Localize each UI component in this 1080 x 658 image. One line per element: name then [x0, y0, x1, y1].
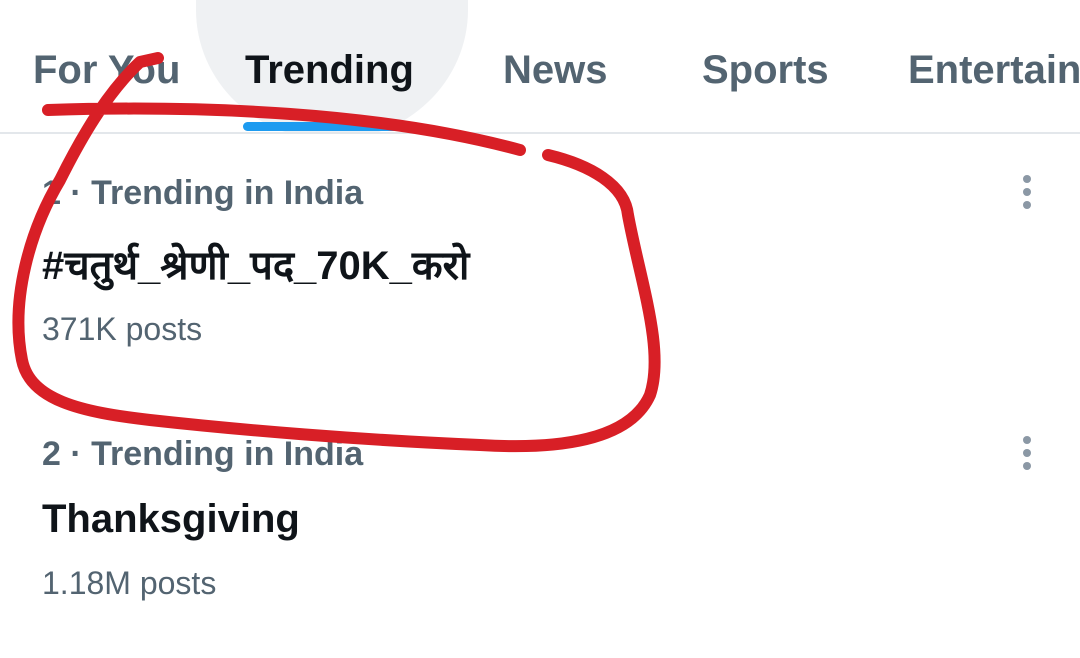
more-vertical-icon[interactable] [1017, 175, 1037, 215]
trend-title[interactable]: Thanksgiving [42, 497, 300, 542]
trend-post-count: 1.18M posts [42, 565, 217, 601]
tab-entertainment[interactable]: Entertain [908, 48, 1080, 93]
more-vertical-icon[interactable] [1017, 436, 1037, 476]
tab-bar: For You Trending News Sports Entertain [0, 0, 1080, 134]
trend-meta: 1 · Trending in India [42, 174, 364, 212]
tab-trending[interactable]: Trending [245, 48, 414, 93]
active-tab-indicator [243, 122, 419, 131]
tab-news[interactable]: News [503, 48, 608, 93]
trend-title[interactable]: #चतुर्थ_श्रेणी_पद_70K_करो [42, 236, 469, 291]
tab-sports[interactable]: Sports [702, 48, 829, 93]
tab-for-you[interactable]: For You [33, 48, 180, 93]
trend-post-count: 371K posts [42, 311, 203, 347]
trend-meta: 2 · Trending in India [42, 435, 364, 473]
